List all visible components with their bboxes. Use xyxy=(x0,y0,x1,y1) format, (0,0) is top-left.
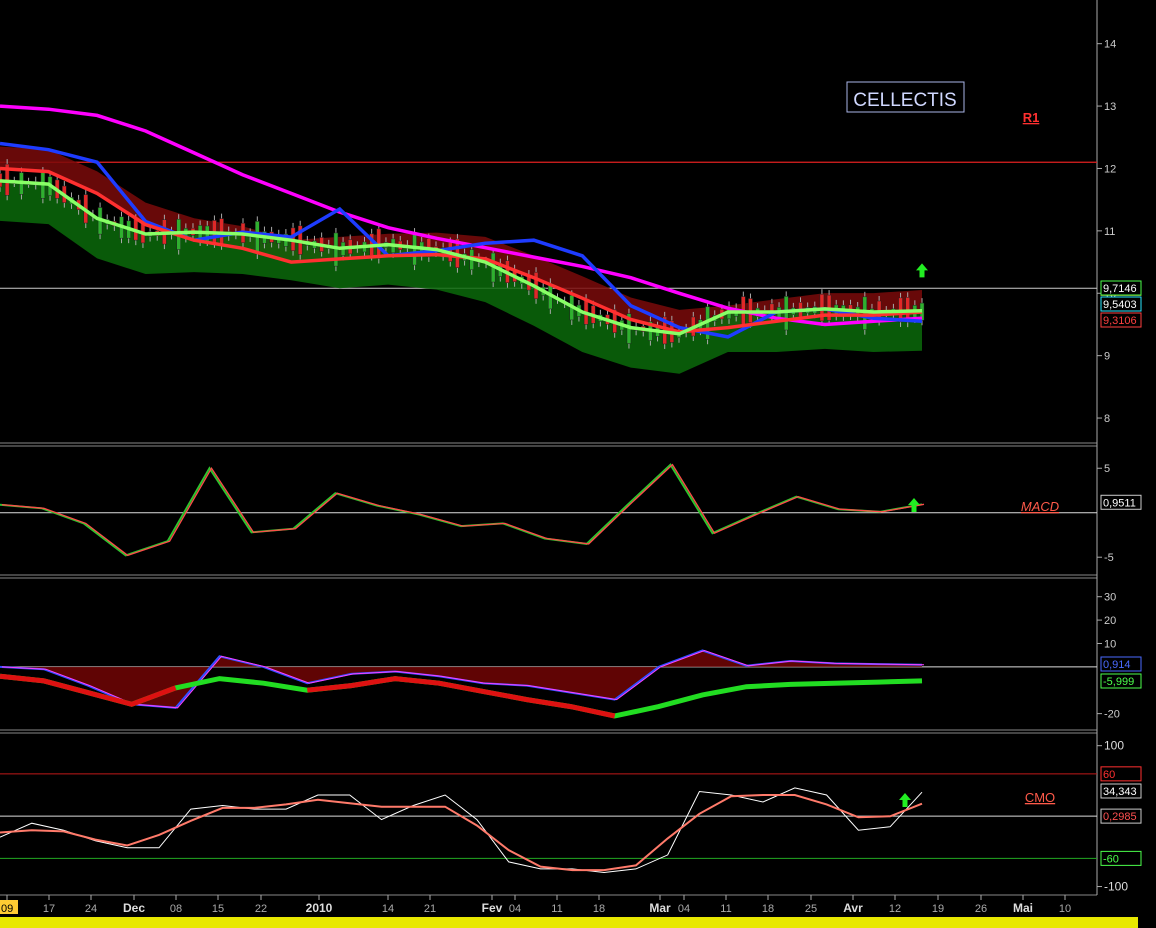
x-tick-label: 26 xyxy=(975,903,987,915)
osc-tick-label: 20 xyxy=(1104,615,1116,627)
x-tick-label: Avr xyxy=(843,901,863,915)
x-tick-label: 15 xyxy=(212,903,224,915)
price-tick-label: 9 xyxy=(1104,351,1110,363)
cmo-tick-label: 100 xyxy=(1104,739,1124,753)
x-tick-label: 18 xyxy=(762,903,774,915)
osc-value-label: -5,999 xyxy=(1103,676,1134,688)
price-tick-label: 13 xyxy=(1104,101,1116,113)
price-tick-label: 8 xyxy=(1104,413,1110,425)
corner-block xyxy=(1138,905,1156,928)
x-tick-label: 24 xyxy=(85,903,97,915)
x-tick-label: Dec xyxy=(123,901,145,915)
x-tick-label: 17 xyxy=(43,903,55,915)
resistance-label: R1 xyxy=(1023,110,1040,125)
stock-chart: 89101112131410,089,71469,54039,3106 CELL… xyxy=(0,0,1156,928)
price-value-label: 9,7146 xyxy=(1103,283,1137,295)
osc-value-label: 0,914 xyxy=(1103,659,1131,671)
x-tick-label: 04 xyxy=(509,903,521,915)
chart-title: CELLECTIS xyxy=(853,90,956,111)
price-tick-label: 11 xyxy=(1104,226,1115,238)
cmo-value-label: 34,343 xyxy=(1103,786,1137,798)
macd-label: MACD xyxy=(1021,499,1059,514)
macd-tick-label: 5 xyxy=(1104,463,1110,475)
x-tick-label: 08 xyxy=(170,903,182,915)
osc-tick-label: -20 xyxy=(1104,709,1120,721)
x-tick-label: 11 xyxy=(551,903,562,915)
x-tick-label: 22 xyxy=(255,903,267,915)
price-tick-label: 14 xyxy=(1104,39,1116,51)
x-tick-label: 04 xyxy=(678,903,690,915)
x-tick-label: 14 xyxy=(382,903,394,915)
x-tick-label: 21 xyxy=(424,903,436,915)
x-tick-label: 11 xyxy=(720,903,731,915)
x-tick-label: 12 xyxy=(889,903,901,915)
bottom-strip xyxy=(0,917,1156,928)
x-tick-label: 19 xyxy=(932,903,944,915)
macd-tick-label: -5 xyxy=(1104,552,1114,564)
x-tick-label: Fev xyxy=(482,901,503,915)
osc-tick-label: 30 xyxy=(1104,592,1116,604)
price-tick-label: 12 xyxy=(1104,163,1116,175)
osc-tick-label: 10 xyxy=(1104,638,1116,650)
x-tick-label: 2010 xyxy=(306,901,333,915)
x-tick-label: 10 xyxy=(1059,903,1071,915)
x-tick-label: 18 xyxy=(593,903,605,915)
cmo-value-label: 0,2985 xyxy=(1103,811,1137,823)
price-value-label: 9,3106 xyxy=(1103,315,1137,327)
cmo-lower-level-label: -60 xyxy=(1103,853,1119,865)
cmo-tick-label: -100 xyxy=(1104,880,1128,894)
x-tick-label: Mai xyxy=(1013,901,1033,915)
price-value-label: 9,5403 xyxy=(1103,299,1137,311)
x-tick-label: 25 xyxy=(805,903,817,915)
macd-value-label: 0,9511 xyxy=(1103,497,1136,509)
cmo-upper-level-label: 60 xyxy=(1103,769,1115,781)
x-tick-label: 09 xyxy=(1,903,13,915)
x-tick-label: Mar xyxy=(649,901,671,915)
cmo-label: CMO xyxy=(1025,790,1055,805)
